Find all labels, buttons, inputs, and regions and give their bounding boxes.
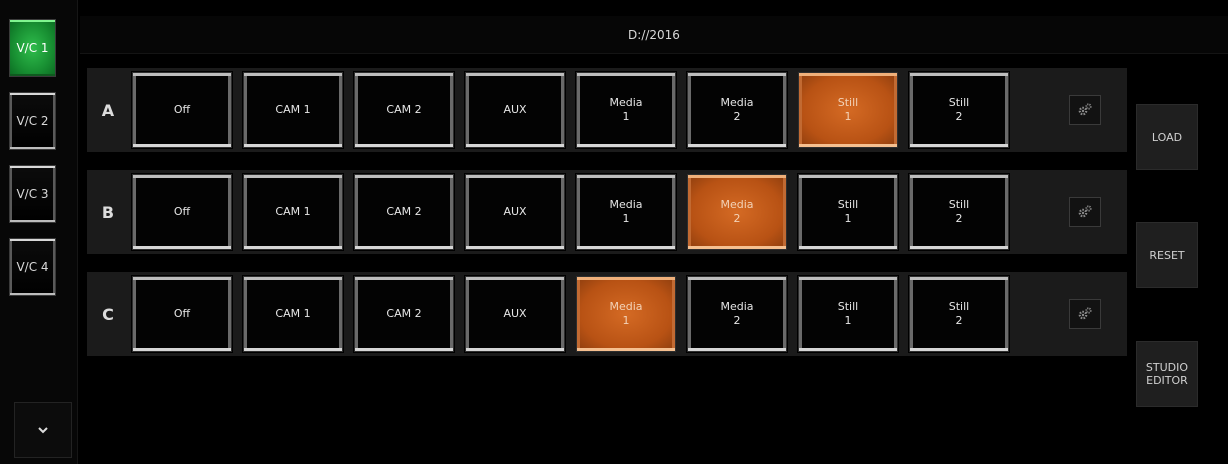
chevron-down-icon [38,427,48,434]
source-sublabel: 2 [955,110,963,123]
scroll-down-button[interactable] [14,402,72,458]
source-sublabel: 2 [733,314,741,327]
bus-row-a: A Off CAM 1 CAM 2 AUX Media 1 Media 2 Stil… [87,68,1127,152]
source-button[interactable]: Media 2 [687,72,787,148]
source-label: Off [173,103,191,116]
source-sublabel: 1 [622,212,630,225]
reset-button[interactable]: RESET [1136,222,1198,288]
row-letter: B [101,202,115,222]
source-button[interactable]: Off [132,72,232,148]
source-sublabel: 1 [844,110,852,123]
source-label: CAM 1 [275,205,311,218]
bus-row-b: B Off CAM 1 CAM 2 AUX Media 1 Media 2 Stil… [87,170,1127,254]
sidebar-item-vc3[interactable]: V/C 3 [9,165,56,223]
source-button[interactable]: Still 2 [909,276,1009,352]
bus-row-c: C Off CAM 1 CAM 2 AUX Media 1 Media 2 Stil… [87,272,1127,356]
source-button[interactable]: CAM 2 [354,276,454,352]
source-button[interactable]: Still 1 [798,72,898,148]
sidebar-item-vc4[interactable]: V/C 4 [9,238,56,296]
source-button[interactable]: CAM 1 [243,174,343,250]
source-sublabel: 1 [622,314,630,327]
source-label: CAM 2 [386,205,422,218]
source-label: Still [837,198,859,211]
source-label: Media [720,96,754,109]
page-title: D://2016 [80,16,1228,54]
sidebar-item-vc1[interactable]: V/C 1 [9,19,56,77]
source-button[interactable]: Off [132,174,232,250]
source-button[interactable]: Still 1 [798,276,898,352]
row-letter: C [102,304,114,324]
sidebar: V/C 1 V/C 2 V/C 3 V/C 4 [0,0,78,464]
source-label: AUX [503,205,527,218]
row-settings-button[interactable] [1069,197,1101,227]
source-button[interactable]: CAM 1 [243,72,343,148]
source-label: Media [609,198,643,211]
source-button[interactable]: Media 2 [687,276,787,352]
source-sublabel: 2 [733,110,741,123]
source-button[interactable]: CAM 2 [354,72,454,148]
source-label: CAM 1 [275,307,311,320]
source-label: Still [948,96,970,109]
source-button[interactable]: AUX [465,72,565,148]
source-button[interactable]: CAM 2 [354,174,454,250]
gear-icon [1078,205,1092,218]
row-settings-button[interactable] [1069,95,1101,125]
source-label: AUX [503,103,527,116]
source-button[interactable]: Media 1 [576,276,676,352]
source-sublabel: 1 [844,212,852,225]
source-label: CAM 2 [386,307,422,320]
source-label: Off [173,205,191,218]
source-button[interactable]: Still 2 [909,174,1009,250]
source-label: Media [720,198,754,211]
source-label: CAM 2 [386,103,422,116]
source-sublabel: 1 [622,110,630,123]
source-label: Still [837,96,859,109]
row-letter: A [101,100,115,120]
gear-icon [1078,103,1092,116]
gear-icon [1078,307,1092,320]
studio-editor-button[interactable]: STUDIO EDITOR [1136,341,1198,407]
source-label: Media [720,300,754,313]
source-sublabel: 2 [955,314,963,327]
source-button[interactable]: CAM 1 [243,276,343,352]
source-button[interactable]: Still 2 [909,72,1009,148]
source-label: Still [948,198,970,211]
source-button[interactable]: Media 1 [576,72,676,148]
source-label: Off [173,307,191,320]
source-button[interactable]: Media 1 [576,174,676,250]
source-button[interactable]: Media 2 [687,174,787,250]
source-button[interactable]: Off [132,276,232,352]
source-label: Media [609,300,643,313]
source-button[interactable]: AUX [465,276,565,352]
source-label: CAM 1 [275,103,311,116]
load-button[interactable]: LOAD [1136,104,1198,170]
source-label: AUX [503,307,527,320]
switcher-panel: V/C 1 V/C 2 V/C 3 V/C 4 D://2016 A Off C… [0,0,1228,464]
source-sublabel: 2 [733,212,741,225]
row-settings-button[interactable] [1069,299,1101,329]
source-sublabel: 2 [955,212,963,225]
sidebar-item-vc2[interactable]: V/C 2 [9,92,56,150]
source-button[interactable]: AUX [465,174,565,250]
source-label: Still [948,300,970,313]
source-button[interactable]: Still 1 [798,174,898,250]
source-label: Still [837,300,859,313]
source-sublabel: 1 [844,314,852,327]
source-label: Media [609,96,643,109]
